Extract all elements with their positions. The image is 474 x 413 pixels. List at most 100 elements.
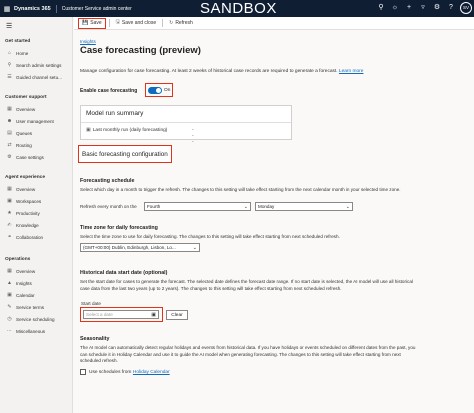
last-run-row: ▣ Last monthly run (daily forecasting) -… xyxy=(86,127,194,145)
help-icon[interactable]: ? xyxy=(446,3,456,13)
sidebar-section-customer-support: Customer support xyxy=(5,95,47,100)
holiday-calendar-link[interactable]: Holiday Calendar xyxy=(133,370,170,375)
overview-icon: ▦ xyxy=(7,186,12,192)
seasonality-help: The AI model can automatically detect re… xyxy=(80,345,416,364)
start-date-highlight: Select a date ▣ xyxy=(80,307,163,322)
guided-setup-icon: ☰ xyxy=(7,74,12,80)
sidebar-item-routing[interactable]: ⇄ Routing xyxy=(5,140,71,150)
sidebar-item-knowledge[interactable]: ✍ Knowledge xyxy=(5,220,71,230)
calendar-icon[interactable]: ▣ xyxy=(151,311,156,319)
page-description: Manage configuration for case forecastin… xyxy=(80,69,364,74)
knowledge-icon: ✍ xyxy=(7,222,12,228)
collaboration-icon: ⚭ xyxy=(7,234,12,240)
breadcrumb[interactable]: Insights xyxy=(80,39,96,44)
settings-icon[interactable]: ⚙ xyxy=(432,3,442,13)
hamburger-icon[interactable]: ☰ xyxy=(6,22,12,30)
scheduling-icon: ◷ xyxy=(7,316,12,322)
chevron-down-icon: ⌄ xyxy=(345,204,350,210)
sidebar-item-queues[interactable]: ▤ Queues xyxy=(5,128,71,138)
case-settings-icon: ⚙ xyxy=(7,154,12,160)
section-title: Basic forecasting configuration xyxy=(82,150,168,158)
command-separator xyxy=(108,19,110,27)
sidebar-item-home[interactable]: ⌂ Home xyxy=(5,48,71,58)
filter-icon[interactable]: ▿ xyxy=(418,3,428,13)
last-run-value: --- xyxy=(192,127,194,145)
command-bar: 💾 Save 🖫 Save and close ↻ Refresh xyxy=(74,17,474,30)
timezone-help: Select the time zone to use for daily fo… xyxy=(80,234,340,239)
clear-date-button[interactable]: Clear xyxy=(166,310,188,320)
save-icon: 💾 xyxy=(82,20,89,26)
calendar-icon: ▣ xyxy=(7,292,12,298)
command-separator xyxy=(162,19,164,27)
sidebar-item-overview[interactable]: ▦ Overview xyxy=(5,184,71,194)
routing-icon: ⇄ xyxy=(7,142,12,148)
card-title: Model run summary xyxy=(86,110,144,117)
miscellaneous-icon: ⋯ xyxy=(7,328,12,334)
week-select[interactable]: Fourth ⌄ xyxy=(144,202,251,211)
timezone-select[interactable]: (GMT+00:00) Dublin, Edinburgh, Lisbon, L… xyxy=(80,243,200,252)
sidebar-item-overview[interactable]: ▦ Overview xyxy=(5,266,71,276)
page-title: Case forecasting (preview) xyxy=(80,45,201,56)
start-date-input[interactable]: Select a date ▣ xyxy=(83,310,159,319)
forecasting-schedule-help: Select which day in a month to trigger t… xyxy=(80,187,401,192)
app-name[interactable]: Customer Service admin center xyxy=(57,6,132,12)
sidebar-item-service-scheduling[interactable]: ◷ Service scheduling xyxy=(5,314,71,324)
learn-more-link[interactable]: Learn more xyxy=(339,69,364,74)
seasonality-title: Seasonality xyxy=(80,336,110,342)
timezone-title: Time zone for daily forecasting xyxy=(80,225,158,231)
chevron-down-icon: ⌄ xyxy=(192,245,197,251)
sidebar-item-collaboration[interactable]: ⚭ Collaboration xyxy=(5,232,71,242)
environment-label: SANDBOX xyxy=(200,0,277,17)
toggle-switch[interactable] xyxy=(148,86,162,94)
sidebar-section-operations: Operations xyxy=(5,257,31,262)
lightbulb-icon[interactable]: ☼ xyxy=(390,3,400,13)
sidebar-item-overview[interactable]: ▦ Overview xyxy=(5,104,71,114)
sidebar-item-insights[interactable]: ▲ Insights xyxy=(5,278,71,288)
refresh-button[interactable]: ↻ Refresh xyxy=(166,18,196,29)
sidebar-item-guided-channel-setup[interactable]: ☰ Guided channel setu... xyxy=(5,72,71,82)
holiday-calendar-checkbox[interactable] xyxy=(80,369,86,375)
sidebar-item-search-admin-settings[interactable]: ⚲ Search admin settings xyxy=(5,60,71,70)
top-bar-actions: ⚲ ☼ + ▿ ⚙ ? SV xyxy=(376,2,472,14)
toggle-knob xyxy=(156,87,161,93)
holiday-calendar-option: Use schedules from Holiday Calendar xyxy=(80,369,170,375)
top-bar: ▦ Dynamics 365 Customer Service admin ce… xyxy=(0,0,474,17)
search-icon: ⚲ xyxy=(7,62,12,68)
users-icon: ☻ xyxy=(6,118,13,124)
sidebar: ☰ Get started ⌂ Home ⚲ Search admin settin… xyxy=(0,17,73,413)
enable-forecasting-toggle[interactable]: On xyxy=(145,83,173,97)
save-close-icon: 🖫 xyxy=(115,19,120,25)
card-divider xyxy=(81,122,291,123)
save-and-close-button[interactable]: 🖫 Save and close xyxy=(113,18,159,29)
sidebar-item-productivity[interactable]: ★ Productivity xyxy=(5,208,71,218)
sidebar-item-miscellaneous[interactable]: ⋯ Miscellaneous xyxy=(5,326,71,336)
home-icon: ⌂ xyxy=(7,50,12,56)
chevron-down-icon: ⌄ xyxy=(243,204,248,210)
refresh-icon: ↻ xyxy=(169,20,174,26)
model-run-summary-card: Model run summary ▣ Last monthly run (da… xyxy=(80,105,292,145)
overview-icon: ▦ xyxy=(7,106,12,112)
avatar[interactable]: SV xyxy=(460,2,472,14)
sidebar-item-user-management[interactable]: ☻ User management xyxy=(5,116,71,126)
enable-forecasting-label: Enable case forecasting xyxy=(80,88,138,94)
add-icon[interactable]: + xyxy=(404,3,414,13)
day-select[interactable]: Monday ⌄ xyxy=(255,202,353,211)
historical-start-help: Set the start date for cases to generate… xyxy=(80,279,413,291)
refresh-every-label: Refresh every month on the xyxy=(80,204,137,209)
service-terms-icon: ✎ xyxy=(7,304,12,310)
insights-icon: ▲ xyxy=(7,280,12,286)
product-name[interactable]: Dynamics 365 xyxy=(14,4,57,13)
sidebar-section-agent-experience: Agent experience xyxy=(5,175,45,180)
sidebar-item-workspaces[interactable]: ▣ Workspaces xyxy=(5,196,71,206)
waffle-icon[interactable]: ▦ xyxy=(0,0,14,17)
queue-icon: ▤ xyxy=(7,130,12,136)
search-icon[interactable]: ⚲ xyxy=(376,3,386,13)
save-button[interactable]: 💾 Save xyxy=(78,17,106,29)
calendar-icon: ▣ xyxy=(86,127,91,133)
sidebar-item-case-settings[interactable]: ⚙ Case settings xyxy=(5,152,71,162)
productivity-icon: ★ xyxy=(7,210,12,216)
sidebar-item-calendar[interactable]: ▣ Calendar xyxy=(5,290,71,300)
sidebar-item-service-terms[interactable]: ✎ Service terms xyxy=(5,302,71,312)
basic-config-section-header: Basic forecasting configuration xyxy=(78,145,172,163)
historical-start-title: Historical data start date (optional) xyxy=(80,270,168,276)
